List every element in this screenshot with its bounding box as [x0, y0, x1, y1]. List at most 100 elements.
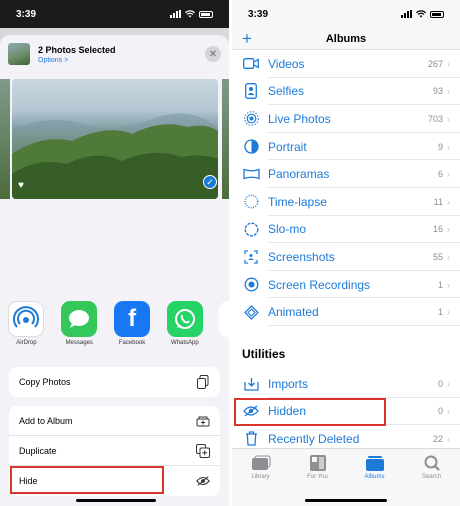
album-row-imports[interactable]: Imports 0 ›	[232, 370, 460, 398]
albums-icon	[365, 455, 385, 471]
selected-photos-thumbnail	[8, 43, 30, 65]
action-label: Copy Photos	[19, 377, 71, 387]
facebook-icon: f	[114, 301, 151, 337]
album-count: 0	[437, 378, 443, 389]
selection-title: 2 Photos Selected	[38, 44, 116, 55]
add-to-album-action[interactable]: Add to Album	[9, 406, 220, 436]
battery-icon	[199, 10, 213, 18]
album-name: Imports	[268, 376, 309, 391]
page-title: Albums	[325, 32, 367, 45]
messages-icon	[61, 301, 98, 337]
album-count: 1	[437, 279, 443, 290]
app-label: WhatsApp	[171, 340, 199, 346]
close-button[interactable]: ✕	[205, 46, 221, 62]
hidden-highlight-box	[234, 398, 386, 426]
duplicate-action[interactable]: Duplicate	[9, 436, 220, 466]
screenshot-icon	[242, 250, 260, 264]
share-app-whatsapp[interactable]: WhatsApp	[166, 301, 203, 357]
tab-library[interactable]: Library	[236, 455, 286, 506]
chevron-right-icon: ›	[447, 58, 450, 69]
share-app-facebook[interactable]: f Facebook	[114, 301, 151, 357]
action-label: Duplicate	[19, 445, 57, 456]
share-sheet-screen: 3:39 2 Photos Selected Options > ✕ ♥ ✓ A…	[0, 0, 229, 506]
album-count: 703	[427, 113, 443, 124]
album-row-screen-recordings[interactable]: Screen Recordings 1 ›	[232, 271, 460, 299]
favorite-heart-icon[interactable]: ♥	[18, 180, 24, 191]
options-link[interactable]: Options >	[38, 57, 205, 64]
animated-icon	[242, 304, 260, 320]
album-count: 11	[433, 196, 443, 207]
share-sheet-header: 2 Photos Selected Options > ✕	[0, 35, 229, 73]
album-count: 1	[437, 307, 443, 318]
album-name: Portrait	[268, 139, 307, 154]
album-row-portrait[interactable]: Portrait 9 ›	[232, 133, 460, 161]
album-count: 93	[432, 86, 443, 97]
share-apps-row: AirDrop Messages f Facebook WhatsApp	[0, 293, 229, 357]
share-app-messages[interactable]: Messages	[61, 301, 98, 357]
adjacent-photo-right[interactable]	[222, 79, 229, 199]
chevron-right-icon: ›	[447, 141, 450, 152]
wifi-icon	[416, 10, 426, 18]
slo-mo-icon	[242, 222, 260, 237]
status-time: 3:39	[16, 8, 37, 20]
album-count: 267	[427, 58, 443, 69]
selected-photo-preview[interactable]	[12, 79, 218, 199]
tab-label: For You	[307, 474, 328, 480]
album-row-animated[interactable]: Animated 1 ›	[232, 298, 460, 326]
chevron-right-icon: ›	[447, 196, 450, 207]
trash-icon	[242, 431, 260, 447]
chevron-right-icon: ›	[447, 224, 450, 235]
chevron-right-icon: ›	[447, 169, 450, 180]
for-you-icon	[308, 455, 328, 471]
chevron-right-icon: ›	[447, 113, 450, 124]
album-name: Slo-mo	[268, 222, 307, 237]
tab-search[interactable]: Search	[407, 455, 457, 506]
import-icon	[242, 377, 260, 391]
album-name: Screenshots	[268, 249, 335, 264]
video-icon	[242, 58, 260, 70]
more-apps-partial[interactable]	[219, 301, 229, 337]
album-name: Animated	[268, 305, 319, 320]
album-row-time-lapse[interactable]: Time-lapse 11 ›	[232, 188, 460, 216]
albums-screen: 3:39 + Albums Videos 267 › Selfies 93 › …	[232, 0, 460, 506]
mountain-landscape-image	[12, 113, 218, 199]
airdrop-icon	[8, 301, 45, 337]
album-count: 9	[437, 141, 443, 152]
status-bar: 3:39	[232, 0, 460, 28]
tab-label: Search	[421, 474, 441, 480]
album-row-videos[interactable]: Videos 267 ›	[232, 50, 460, 78]
home-indicator[interactable]	[305, 499, 387, 502]
signal-icon	[170, 10, 181, 18]
album-row-panoramas[interactable]: Panoramas 6 ›	[232, 160, 460, 188]
wifi-icon	[185, 10, 195, 18]
tab-label: Library	[251, 474, 270, 480]
chevron-right-icon: ›	[447, 279, 450, 290]
adjacent-photo-left[interactable]	[0, 79, 10, 199]
home-indicator[interactable]	[76, 499, 156, 502]
chevron-right-icon: ›	[447, 406, 450, 417]
album-name: Recently Deleted	[268, 431, 360, 446]
album-count: 22	[432, 433, 443, 444]
app-label: AirDrop	[16, 340, 37, 346]
chevron-right-icon: ›	[447, 86, 450, 97]
photo-preview-area: ♥ ✓	[0, 73, 229, 293]
live-photo-icon	[242, 111, 260, 127]
status-time: 3:39	[248, 8, 269, 20]
album-row-live-photos[interactable]: Live Photos 703 ›	[232, 105, 460, 133]
add-album-button[interactable]: +	[242, 29, 252, 49]
app-label: Messages	[65, 340, 93, 346]
media-types-list: Videos 267 › Selfies 93 › Live Photos 70…	[232, 50, 460, 326]
portrait-icon	[242, 139, 260, 154]
album-row-screenshots[interactable]: Screenshots 55 ›	[232, 243, 460, 271]
add-to-album-icon	[196, 414, 210, 428]
album-count: 6	[437, 169, 443, 180]
selected-checkmark-icon[interactable]: ✓	[203, 175, 217, 189]
signal-icon	[401, 10, 412, 18]
copy-photos-action[interactable]: Copy Photos	[9, 367, 220, 397]
album-row-slo-mo[interactable]: Slo-mo 16 ›	[232, 216, 460, 244]
chevron-right-icon: ›	[447, 433, 450, 444]
album-row-selfies[interactable]: Selfies 93 ›	[232, 78, 460, 106]
share-app-airdrop[interactable]: AirDrop	[8, 301, 45, 357]
chevron-right-icon: ›	[447, 307, 450, 318]
library-icon	[251, 455, 271, 471]
